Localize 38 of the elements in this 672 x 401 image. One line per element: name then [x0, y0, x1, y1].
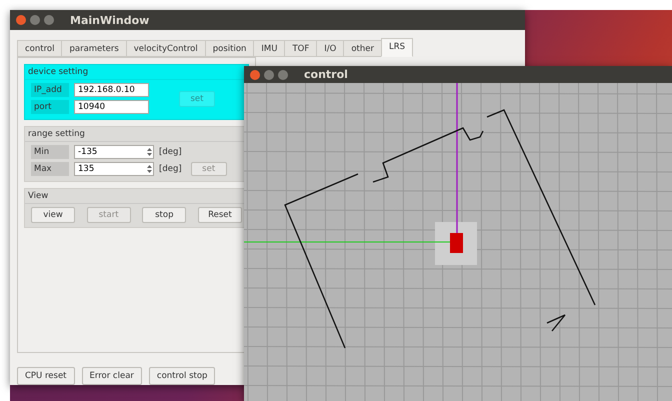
window-title: control [304, 68, 348, 81]
view-control-button[interactable]: view [31, 207, 75, 223]
tab[interactable]: IMU [253, 40, 284, 57]
tab[interactable]: LRS [380, 38, 414, 57]
group-title: View [27, 190, 50, 203]
unit-label: [deg] [159, 147, 182, 157]
minimize-button[interactable] [264, 70, 274, 80]
group-title: range setting [27, 128, 86, 141]
unit-label: [deg] [159, 164, 182, 174]
view-control-button[interactable]: stop [142, 207, 186, 223]
tab[interactable]: TOF [284, 40, 316, 57]
spin-box[interactable]: 135 [74, 162, 154, 176]
tab[interactable]: I/O [316, 40, 344, 57]
spin-arrows-icon[interactable] [146, 164, 153, 174]
maximize-button[interactable] [278, 70, 288, 80]
field-label: Min [31, 145, 69, 159]
input-field[interactable]: 10940 [74, 100, 149, 114]
field-label: port [31, 100, 69, 114]
window-title: MainWindow [70, 14, 150, 26]
input-field[interactable]: 192.168.0.10 [74, 83, 149, 97]
tab[interactable]: other [343, 40, 381, 57]
close-button[interactable] [250, 70, 260, 80]
field-label: IP_add [31, 83, 69, 97]
view-control-button[interactable]: Reset [198, 207, 242, 223]
action-button[interactable]: Error clear [82, 367, 142, 385]
tab[interactable]: parameters [61, 40, 126, 57]
action-button[interactable]: CPU reset [17, 367, 75, 385]
spin-box[interactable]: -135 [74, 145, 154, 159]
action-button[interactable]: control stop [148, 367, 216, 385]
tab[interactable]: velocityControl [126, 40, 205, 57]
group-title: device setting [27, 66, 90, 79]
tab[interactable]: position [204, 40, 254, 57]
spin-arrows-icon[interactable] [146, 147, 153, 157]
maximize-button[interactable] [44, 15, 54, 25]
close-button[interactable] [16, 15, 26, 25]
tab[interactable]: control [17, 40, 62, 57]
field-label: Max [31, 162, 69, 176]
minimize-button[interactable] [30, 15, 40, 25]
